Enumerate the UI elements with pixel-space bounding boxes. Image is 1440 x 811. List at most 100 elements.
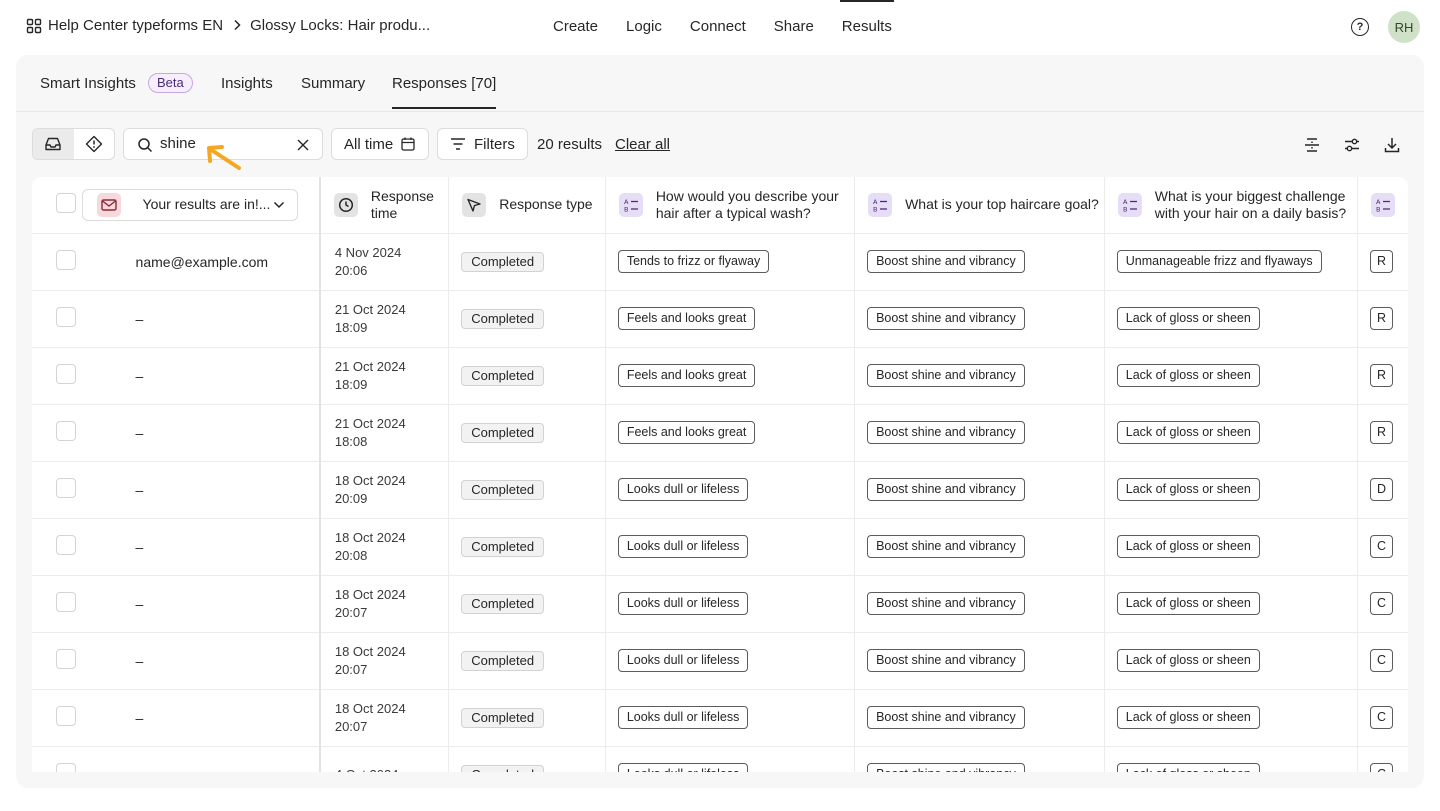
q4-answer-cell: C [1357,632,1408,690]
row-checkbox[interactable] [56,250,76,270]
q4-answer-cell: C [1357,746,1408,772]
type-column-label: Response type [499,196,593,213]
table-row[interactable]: –18 Oct 2024 20:08 Completed Looks dull or … [32,518,1408,576]
nav-share[interactable]: Share [774,18,814,35]
date-range-button[interactable]: All time [331,128,430,160]
response-time-cell: 21 Oct 2024 18:09 [319,290,450,348]
q1-answer-cell: Feels and looks great [605,404,856,462]
sliders-icon[interactable] [1343,136,1361,154]
email-cell: – [81,632,321,690]
select-all-cell [32,177,82,234]
date-range-label: All time [344,135,394,153]
response-clock-time: 20:08 [334,547,368,563]
q1-answer-cell: Looks dull or lifeless [605,575,856,633]
answer-chip: Looks dull or lifeless [617,763,749,772]
select-all-checkbox[interactable] [56,192,76,213]
tab-summary[interactable]: Summary [301,75,365,92]
q2-column-header[interactable]: AB What is your top haircare goal? [854,177,1105,234]
response-time-cell: 18 Oct 2024 20:07 [319,689,450,747]
table-body: name@example.com 4 Nov 2024 20:06 Completed… [32,233,1408,772]
answer-chip: Feels and looks great [617,364,756,387]
table-row[interactable]: –21 Oct 2024 18:09 Completed Feels and look… [32,347,1408,405]
row-checkbox[interactable] [56,649,76,669]
q2-answer-cell: Boost shine and vibrancy [854,233,1105,291]
table-row[interactable]: –21 Oct 2024 18:09 Completed Feels and look… [32,290,1408,348]
top-bar: Help Center typeforms EN Glossy Locks: H… [0,0,1440,55]
q3-answer-cell: Lack of gloss or sheen [1104,290,1358,348]
tab-insights[interactable]: Insights [221,75,273,92]
q4-column-header[interactable]: AB [1357,177,1408,234]
email-cell: – [81,461,321,519]
chevron-down-icon [273,196,285,213]
email-column-dropdown[interactable]: Your results are in!... [81,188,298,221]
response-type-cell: Completed [448,233,606,291]
nav-logic[interactable]: Logic [626,18,662,35]
q3-answer-cell: Lack of gloss or sheen [1104,404,1358,462]
row-checkbox[interactable] [56,421,76,441]
breadcrumb-form[interactable]: Glossy Locks: Hair produ... [250,17,430,34]
help-circle-icon[interactable]: ? [1351,18,1369,36]
avatar[interactable]: RH [1388,11,1420,43]
beta-badge: Beta [148,73,193,93]
q3-answer-cell: Lack of gloss or sheen [1104,746,1358,772]
clear-all-link[interactable]: Clear all [615,136,670,153]
table-row[interactable]: –18 Oct 2024 20:07 Completed Looks dull or … [32,575,1408,633]
answer-chip: Boost shine and vibrancy [867,649,1025,672]
type-column-header[interactable]: Response type [448,177,606,234]
row-select-cell [32,290,82,348]
q4-answer-cell: R [1357,233,1408,291]
response-type-cell: Completed [448,518,606,576]
nav-create[interactable]: Create [553,18,598,35]
table-row[interactable]: 4 Oct 2024 Completed Looks dull or lifeles… [32,746,1408,772]
download-icon[interactable] [1383,136,1401,154]
response-clock-time: 20:07 [334,661,368,677]
nav-connect[interactable]: Connect [690,18,746,35]
row-checkbox[interactable] [56,763,76,772]
filters-button[interactable]: Filters [437,128,528,160]
inbox-icon[interactable] [33,129,74,159]
answer-chip: C [1369,706,1393,729]
q2-answer-cell: Boost shine and vibrancy [854,461,1105,519]
email-cell: – [81,518,321,576]
filter-lines-icon [450,137,466,151]
time-column-header[interactable]: Response time [319,177,450,234]
q4-answer-cell: C [1357,575,1408,633]
nav-results[interactable]: Results [839,0,894,35]
breadcrumb-workspace[interactable]: Help Center typeforms EN [48,17,223,34]
q4-answer-cell: R [1357,347,1408,405]
response-type-cell: Completed [448,290,606,348]
row-checkbox[interactable] [56,535,76,555]
table-row[interactable]: –21 Oct 2024 18:08 Completed Feels and look… [32,404,1408,462]
answer-chip: Lack of gloss or sheen [1116,706,1260,729]
row-checkbox[interactable] [56,706,76,726]
table-row[interactable]: –18 Oct 2024 20:07 Completed Looks dull or … [32,689,1408,747]
q1-answer-cell: Feels and looks great [605,347,856,405]
status-badge: Completed [461,593,545,614]
row-height-icon[interactable] [1303,136,1321,154]
tab-responses[interactable]: Responses [70] [392,75,496,92]
q1-column-header[interactable]: AB How would you describe your hair afte… [605,177,856,234]
close-icon[interactable] [295,137,311,158]
row-checkbox[interactable] [56,478,76,498]
breadcrumb: Help Center typeforms EN Glossy Locks: H… [26,17,430,34]
table-row[interactable]: –18 Oct 2024 20:07 Completed Looks dull or … [32,632,1408,690]
answer-chip: Lack of gloss or sheen [1116,649,1260,672]
row-checkbox[interactable] [56,364,76,384]
row-checkbox[interactable] [56,307,76,327]
q3-column-header[interactable]: AB What is your biggest challenge with y… [1104,177,1358,234]
table-row[interactable]: –18 Oct 2024 20:09 Completed Looks dull or … [32,461,1408,519]
response-time-cell: 18 Oct 2024 20:08 [319,518,450,576]
response-time-cell: 18 Oct 2024 20:07 [319,575,450,633]
answer-chip: Lack of gloss or sheen [1116,763,1260,772]
filters-label: Filters [474,135,515,153]
q3-answer-cell: Lack of gloss or sheen [1104,518,1358,576]
answer-chip: Boost shine and vibrancy [867,307,1025,330]
alert-diamond-icon[interactable] [74,129,115,159]
row-checkbox[interactable] [56,592,76,612]
answer-chip: Tends to frizz or flyaway [617,250,770,273]
table-row[interactable]: name@example.com 4 Nov 2024 20:06 Completed… [32,233,1408,291]
grid-icon[interactable] [26,18,42,34]
calendar-icon [400,136,416,152]
status-badge: Completed [461,479,545,500]
tab-smart-insights[interactable]: Smart Insights [40,75,136,92]
